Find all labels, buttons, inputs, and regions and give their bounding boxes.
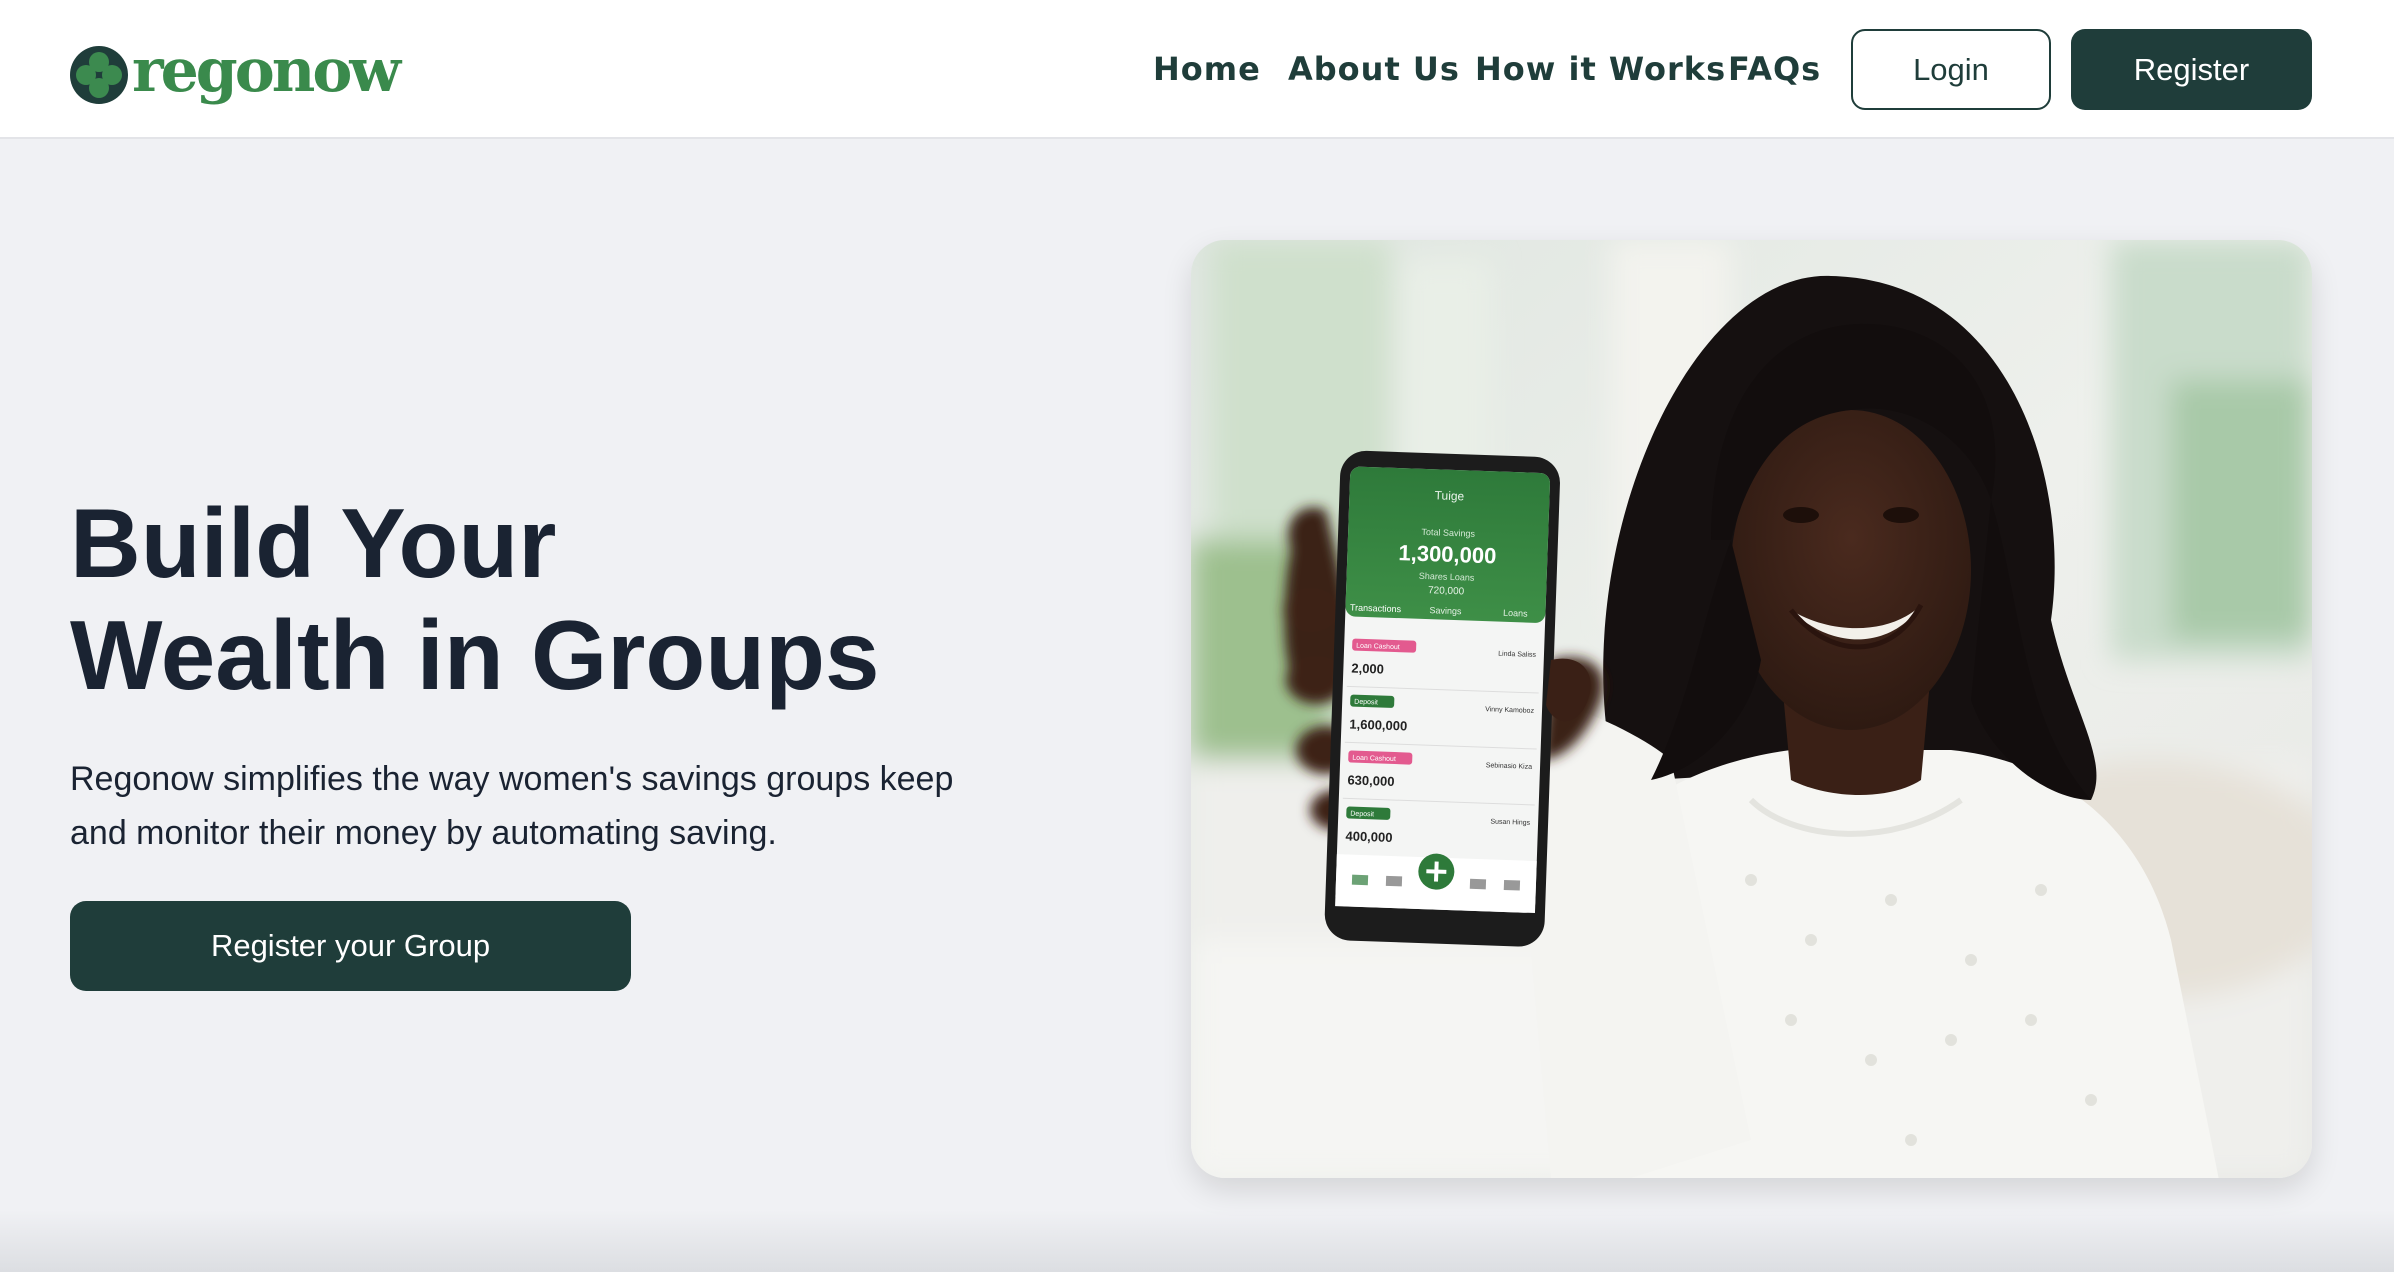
hero-title: Build Your Wealth in Groups [70, 487, 1070, 711]
phone-row2-amount: 1,600,000 [1349, 716, 1407, 733]
hero-description: Regonow simplifies the way women's savin… [70, 752, 970, 860]
logo-mark-icon [70, 46, 128, 104]
next-section-shadow [0, 1210, 2394, 1272]
phone-total-label: Total Savings [1421, 527, 1475, 539]
phone-row1-name: Linda Saliss [1498, 651, 1536, 659]
register-group-button[interactable]: Register your Group [70, 901, 631, 991]
phone-header-title: Tuige [1434, 488, 1464, 503]
phone-row4-name: Susan Hings [1490, 818, 1530, 826]
hero-title-line2: Wealth in Groups [70, 600, 880, 710]
nav-about-us[interactable]: About Us [1288, 38, 1460, 100]
phone-sub-label: Shares Loans [1419, 571, 1475, 583]
nav-how-it-works[interactable]: How it Works [1475, 38, 1726, 100]
phone-row3-amount: 630,000 [1347, 772, 1394, 789]
hero-description-line1: Regonow simplifies the way women's savin… [70, 760, 954, 798]
phone-tab-loans: Loans [1503, 608, 1528, 619]
phone-total-value: 1,300,000 [1398, 540, 1497, 568]
login-button[interactable]: Login [1851, 29, 2051, 110]
woman-holding-phone-illustration: Tuige Total Savings 1,300,000 Shares Loa… [1191, 240, 2312, 1178]
nav-home[interactable]: Home [1153, 38, 1261, 100]
phone-row1-amount: 2,000 [1351, 661, 1384, 677]
phone-row2-badge: Deposit [1354, 699, 1378, 707]
phone-row4-badge: Deposit [1350, 811, 1374, 819]
register-button[interactable]: Register [2071, 29, 2312, 110]
hero-description-line2: and monitor their money by automating sa… [70, 814, 777, 852]
logo-wordmark: regonow [132, 36, 401, 106]
phone-row4-amount: 400,000 [1345, 828, 1392, 845]
phone-tab-transactions: Transactions [1350, 602, 1402, 614]
site-header: regonow Home About Us How it Works FAQs … [0, 0, 2394, 139]
phone-tab-savings: Savings [1429, 605, 1462, 616]
nav-faqs[interactable]: FAQs [1728, 38, 1821, 100]
phone-sub-value: 720,000 [1428, 585, 1465, 597]
hero-title-line1: Build Your [70, 488, 557, 598]
hero-image: Tuige Total Savings 1,300,000 Shares Loa… [1191, 240, 2312, 1178]
regonow-logo[interactable]: regonow [70, 36, 401, 108]
